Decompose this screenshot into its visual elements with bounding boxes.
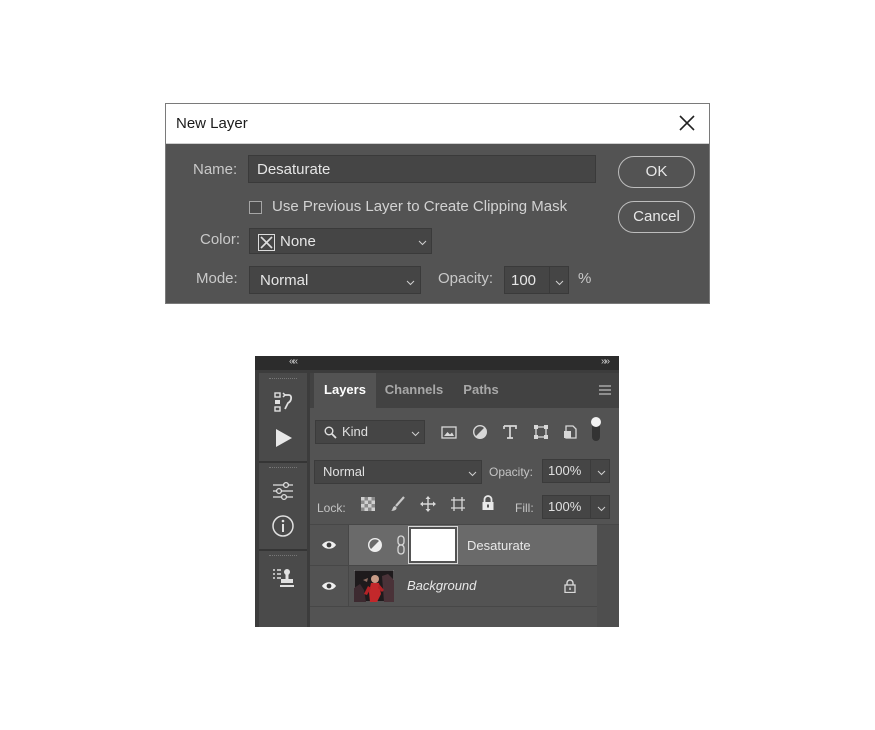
tab-channels[interactable]: Channels <box>376 373 452 408</box>
panel-menu-icon[interactable] <box>599 385 611 395</box>
tab-layers[interactable]: Layers <box>314 373 376 408</box>
clipping-mask-checkbox[interactable] <box>249 201 262 214</box>
adjustment-layer-icon <box>367 537 383 553</box>
layer-mask-thumbnail[interactable] <box>411 529 455 561</box>
chevron-down-icon <box>418 240 427 246</box>
filter-toggle[interactable] <box>591 417 601 441</box>
lock-all-icon[interactable] <box>480 495 496 511</box>
lock-image-pixels-brush-icon[interactable] <box>390 496 406 512</box>
background-layer-thumbnail[interactable] <box>354 570 394 602</box>
shape-layer-filter-icon[interactable] <box>533 424 549 440</box>
color-select[interactable]: None <box>249 228 432 254</box>
history-icon[interactable] <box>271 390 295 414</box>
fill-value: 100% <box>548 499 582 514</box>
clipping-mask-label: Use Previous Layer to Create Clipping Ma… <box>272 198 568 215</box>
opacity-field-value: 100 <box>511 272 537 289</box>
panel-opacity-label: Opacity: <box>489 465 534 479</box>
no-color-icon <box>258 234 275 251</box>
color-label: Color: <box>200 231 241 248</box>
fill-label: Fill: <box>515 501 534 515</box>
visibility-eye-icon[interactable] <box>321 539 337 551</box>
opacity-label: Opacity: <box>438 270 494 287</box>
name-field-value: Desaturate <box>257 161 331 178</box>
chevron-down-icon <box>411 431 420 437</box>
search-icon <box>324 426 337 439</box>
lock-position-move-icon[interactable] <box>420 496 436 512</box>
chevron-down-icon <box>468 471 477 477</box>
layer-row-background[interactable]: Background <box>310 566 597 606</box>
layers-scrollbar[interactable] <box>597 525 619 627</box>
filter-kind-select[interactable]: Kind <box>315 420 425 444</box>
color-select-value: None <box>280 233 316 250</box>
name-field[interactable]: Desaturate <box>248 155 596 183</box>
tab-paths[interactable]: Paths <box>452 373 510 408</box>
chevron-down-icon[interactable] <box>597 470 606 476</box>
mode-select[interactable]: Normal <box>249 266 421 294</box>
lock-transparent-pixels-icon[interactable] <box>361 497 375 511</box>
close-icon[interactable] <box>675 111 699 135</box>
layers-panel: «« »» Layers Channels Paths Kind Normal … <box>255 356 619 627</box>
properties-sliders-icon[interactable] <box>271 479 295 503</box>
layer-name: Background <box>407 578 477 593</box>
layer-lock-icon <box>564 579 576 593</box>
layer-row-desaturate[interactable]: Desaturate <box>310 525 597 565</box>
link-chain-icon[interactable] <box>396 535 406 555</box>
panel-opacity-field[interactable]: 100% <box>542 459 610 483</box>
pixel-layer-filter-icon[interactable] <box>441 424 457 440</box>
collapse-right-button[interactable]: »» <box>601 356 610 367</box>
new-layer-dialog: New Layer Name: Desaturate OK Cancel Use… <box>165 103 710 304</box>
panel-tabbar: Layers Channels Paths <box>310 373 619 408</box>
type-layer-filter-icon[interactable] <box>502 424 518 440</box>
smart-object-filter-icon[interactable] <box>563 424 579 440</box>
panel-dock-strip <box>259 373 307 627</box>
opacity-field[interactable]: 100 <box>504 266 569 294</box>
panel-opacity-value: 100% <box>548 463 582 478</box>
dialog-title: New Layer <box>176 115 248 132</box>
mode-select-value: Normal <box>260 272 309 289</box>
tool-presets-stamp-icon[interactable] <box>271 566 295 590</box>
fill-field[interactable]: 100% <box>542 495 610 519</box>
mode-label: Mode: <box>196 270 238 287</box>
ok-button[interactable]: OK <box>618 156 695 188</box>
cancel-button[interactable]: Cancel <box>618 201 695 233</box>
lock-label: Lock: <box>317 501 346 515</box>
name-label: Name: <box>193 161 238 178</box>
visibility-eye-icon[interactable] <box>321 580 337 592</box>
layers-panel-body: Layers Channels Paths Kind Normal Opacit… <box>310 373 619 627</box>
chevron-down-icon[interactable] <box>597 506 606 512</box>
blend-mode-select[interactable]: Normal <box>314 460 482 484</box>
adjustment-layer-filter-icon[interactable] <box>472 424 488 440</box>
chevron-down-icon <box>406 280 415 286</box>
layer-name: Desaturate <box>467 538 531 553</box>
chevron-down-icon[interactable] <box>555 280 564 286</box>
info-icon[interactable] <box>271 514 295 538</box>
collapse-left-button[interactable]: «« <box>289 356 298 367</box>
lock-artboard-icon[interactable] <box>450 496 466 512</box>
panel-topbar: «« »» <box>255 356 619 370</box>
play-actions-icon[interactable] <box>271 426 295 450</box>
opacity-unit: % <box>578 270 592 287</box>
blend-mode-value: Normal <box>323 464 365 479</box>
dialog-titlebar: New Layer <box>166 104 709 144</box>
filter-kind-value: Kind <box>342 424 369 439</box>
